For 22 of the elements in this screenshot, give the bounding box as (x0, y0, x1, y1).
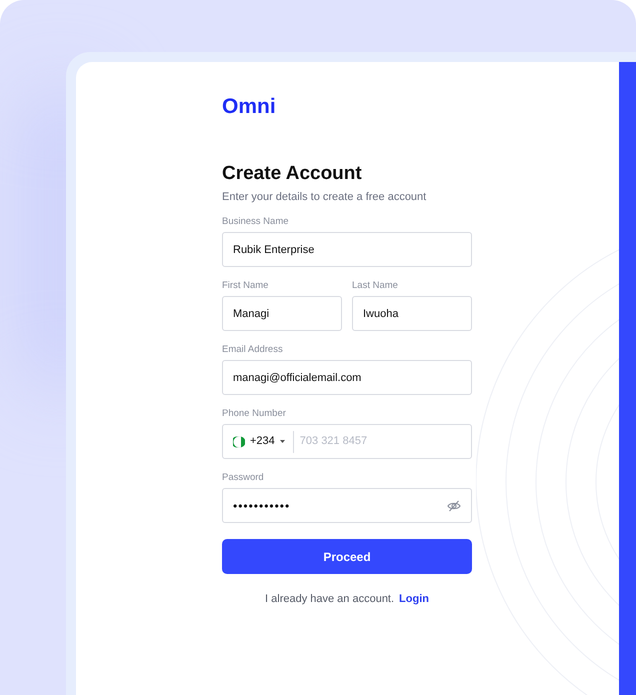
input-field[interactable]: Rubik Enterprise (222, 232, 472, 267)
input-field[interactable]: Iwuoha (352, 296, 472, 331)
country-code[interactable]: +234 (250, 433, 275, 450)
eye-slash-icon[interactable] (447, 500, 461, 512)
heading: Create Account (222, 162, 362, 186)
footer-text: I already have an account. (265, 592, 394, 607)
proceed-button[interactable]: Proceed (222, 539, 472, 574)
caret-icon[interactable] (280, 440, 285, 443)
field-label: Phone Number (222, 408, 286, 420)
field-label: First Name (222, 280, 268, 292)
input-field[interactable]: Managi (222, 296, 342, 331)
password-field[interactable]: ••••••••••• (222, 488, 472, 523)
field-label: Last Name (352, 280, 398, 292)
field-label: Business Name (222, 216, 289, 228)
phone-field[interactable]: +234 703 321 8457 (222, 424, 472, 459)
subheading: Enter your details to create a free account (222, 190, 426, 204)
flag-icon (233, 436, 245, 448)
field-label: Password (222, 472, 264, 484)
input-field[interactable]: managi@officialemail.com (222, 360, 472, 395)
field-label: Email Address (222, 344, 283, 356)
login-link[interactable]: Login (399, 591, 429, 608)
logo: Omni (222, 94, 276, 120)
